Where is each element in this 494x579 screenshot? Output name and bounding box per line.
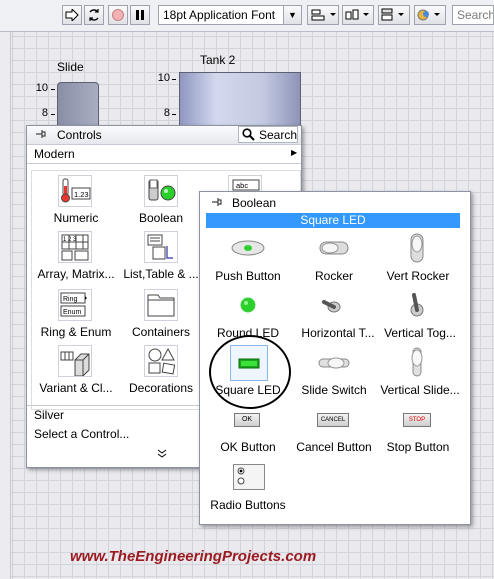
chevron-right-icon: ▶	[291, 148, 298, 157]
run-arrow-icon[interactable]	[62, 5, 82, 25]
slide-tick-10: 10	[35, 82, 48, 94]
category-label[interactable]: Containers	[118, 325, 204, 339]
run-continuously-icon[interactable]	[84, 5, 104, 25]
align-objects-icon[interactable]	[307, 5, 339, 25]
category-label[interactable]: Boolean	[118, 211, 204, 225]
boolean-item-label[interactable]: Slide Switch	[286, 383, 382, 397]
search-input[interactable]: Search	[452, 5, 494, 25]
palette-search-button[interactable]: Search	[238, 126, 298, 143]
search-icon	[242, 128, 255, 144]
svg-text:1 2 3: 1 2 3	[63, 237, 77, 243]
push-button-icon[interactable]	[230, 237, 266, 262]
slide-tick-8: 8	[41, 107, 48, 119]
tank-label: Tank 2	[200, 53, 236, 67]
abort-icon[interactable]	[108, 5, 128, 25]
variant-class-icon[interactable]	[58, 345, 92, 377]
tank-tick-8: 8	[163, 107, 170, 119]
round-led-icon[interactable]	[238, 295, 258, 318]
boolean-item-label[interactable]: Cancel Button	[286, 440, 382, 454]
chevron-down-icon[interactable]: ▼	[284, 5, 302, 25]
boolean-item-label[interactable]: OK Button	[200, 440, 296, 454]
tick-mark	[51, 114, 55, 115]
tank-tick-10: 10	[157, 72, 170, 84]
reorder-icon[interactable]	[414, 5, 446, 25]
toolbar: 18pt Application Font ▼ Search	[0, 0, 494, 32]
pin-icon[interactable]	[34, 128, 46, 143]
svg-text:Ring: Ring	[63, 296, 78, 303]
numeric-icon[interactable]: 1.23	[58, 175, 92, 207]
boolean-palette: Boolean Square LED Push Button Rocker Ve…	[199, 191, 471, 525]
array-matrix-icon[interactable]: 1 2 3	[58, 231, 92, 263]
list-table-icon[interactable]	[144, 231, 178, 263]
ok-button-icon[interactable]: OK	[234, 413, 260, 427]
category-label[interactable]: Decorations	[118, 381, 204, 395]
decorations-icon[interactable]	[144, 345, 178, 377]
boolean-item-label[interactable]: Radio Buttons	[200, 498, 296, 512]
svg-text:abc: abc	[236, 181, 248, 190]
tank-indicator	[179, 72, 301, 132]
font-select[interactable]: 18pt Application Font	[158, 5, 284, 25]
ring-enum-icon[interactable]: Ring Enum	[58, 289, 92, 321]
boolean-palette-title: Boolean	[232, 196, 277, 210]
slide-switch-icon[interactable]	[316, 354, 352, 375]
selected-item-name: Square LED	[206, 213, 460, 228]
category-label[interactable]: List,Table & ...	[118, 267, 204, 281]
cancel-button-icon[interactable]: CANCEL	[317, 413, 349, 427]
svg-text:1.23: 1.23	[74, 190, 89, 199]
tick-mark	[172, 79, 176, 80]
radio-buttons-icon[interactable]	[233, 464, 265, 490]
panel-left-edge	[0, 32, 11, 579]
pin-icon[interactable]	[210, 196, 222, 211]
controls-palette-title: Controls	[57, 128, 102, 142]
expand-more-icon[interactable]	[157, 447, 167, 461]
boolean-item-label[interactable]: Stop Button	[370, 440, 466, 454]
annotation-circle	[209, 335, 291, 409]
category-label[interactable]: Ring & Enum	[32, 325, 120, 339]
boolean-item-label[interactable]: Vert Rocker	[370, 269, 466, 283]
boolean-item-label[interactable]: Vertical Tog...	[372, 326, 468, 340]
tick-mark	[172, 114, 176, 115]
svg-text:Enum: Enum	[63, 309, 81, 316]
category-label[interactable]: Variant & Cl...	[32, 381, 120, 395]
vert-rocker-icon[interactable]	[406, 232, 428, 267]
distribute-objects-icon[interactable]	[342, 5, 374, 25]
vertical-slide-icon[interactable]	[406, 346, 428, 381]
stop-button-icon[interactable]: STOP	[403, 413, 431, 427]
boolean-icon[interactable]	[144, 175, 178, 207]
containers-icon[interactable]	[144, 289, 178, 321]
category-label[interactable]: Array, Matrix...	[32, 267, 120, 281]
boolean-item-label[interactable]: Push Button	[200, 269, 296, 283]
watermark-text: www.TheEngineeringProjects.com	[70, 548, 317, 565]
horizontal-toggle-icon[interactable]	[316, 295, 352, 318]
rocker-icon[interactable]	[316, 237, 352, 262]
category-modern[interactable]: Modern ▶	[27, 145, 301, 164]
select-a-control[interactable]: Select a Control...	[34, 427, 129, 441]
boolean-palette-titlebar: Boolean	[200, 192, 470, 212]
slide-label: Slide	[57, 60, 84, 74]
boolean-item-label[interactable]: Vertical Slide...	[372, 383, 468, 397]
boolean-item-label[interactable]: Rocker	[286, 269, 382, 283]
vertical-toggle-icon[interactable]	[406, 290, 428, 325]
tick-mark	[51, 89, 55, 90]
category-label[interactable]: Numeric	[32, 211, 120, 225]
controls-palette-titlebar: Controls Search	[27, 126, 301, 145]
pause-icon[interactable]	[130, 5, 150, 25]
resize-objects-icon[interactable]	[378, 5, 410, 25]
